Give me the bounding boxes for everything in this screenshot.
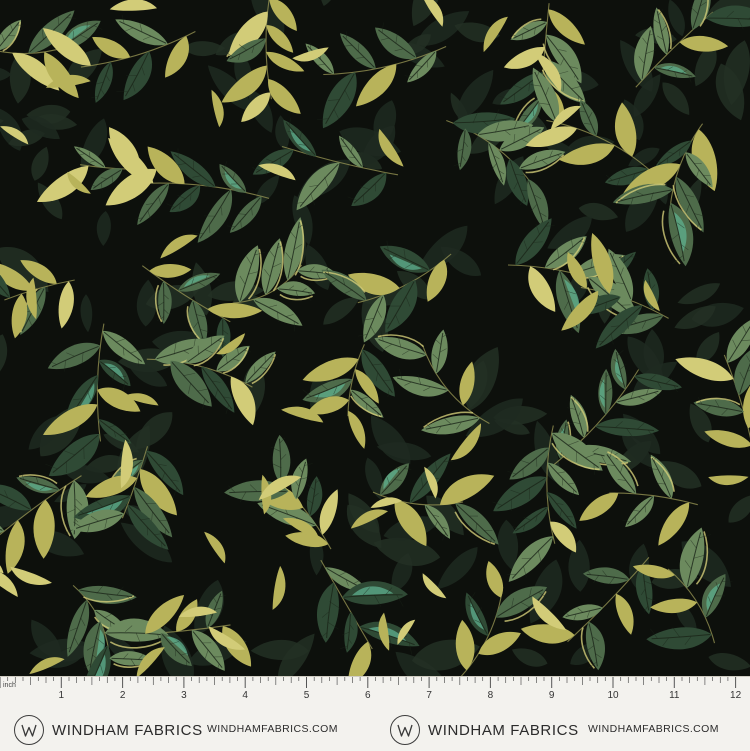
site-url: WINDHAMFABRICS.COM — [588, 723, 719, 735]
fabric-swatch: inch 123456789101112 WINDHAM FABRICS WIN… — [0, 0, 750, 750]
windham-logo-icon — [14, 715, 44, 745]
ruler-number: 4 — [242, 690, 248, 701]
ruler-number: 7 — [426, 690, 432, 701]
ruler-number: 12 — [730, 690, 741, 701]
brand-name: WINDHAM FABRICS — [52, 722, 203, 739]
windham-logo-icon — [390, 715, 420, 745]
windham-w-icon — [18, 719, 40, 741]
ruler-number: 10 — [607, 690, 618, 701]
ruler-number: 3 — [181, 690, 187, 701]
site-url: WINDHAMFABRICS.COM — [207, 723, 338, 735]
windham-w-icon — [394, 719, 416, 741]
ruler-unit-label: inch — [3, 682, 16, 689]
ruler-number: 6 — [365, 690, 371, 701]
ruler-number: 9 — [549, 690, 555, 701]
ruler-number: 2 — [120, 690, 126, 701]
brand-block-2: WINDHAM FABRICS — [390, 714, 579, 746]
leaf-pattern-fabric — [0, 0, 750, 676]
brand-block-1: WINDHAM FABRICS — [14, 714, 203, 746]
measuring-ruler: inch 123456789101112 WINDHAM FABRICS WIN… — [0, 676, 750, 751]
ruler-number: 5 — [304, 690, 310, 701]
brand-name: WINDHAM FABRICS — [428, 722, 579, 739]
ruler-number: 8 — [488, 690, 494, 701]
ruler-number: 1 — [59, 690, 65, 701]
ruler-number: 11 — [669, 690, 679, 701]
